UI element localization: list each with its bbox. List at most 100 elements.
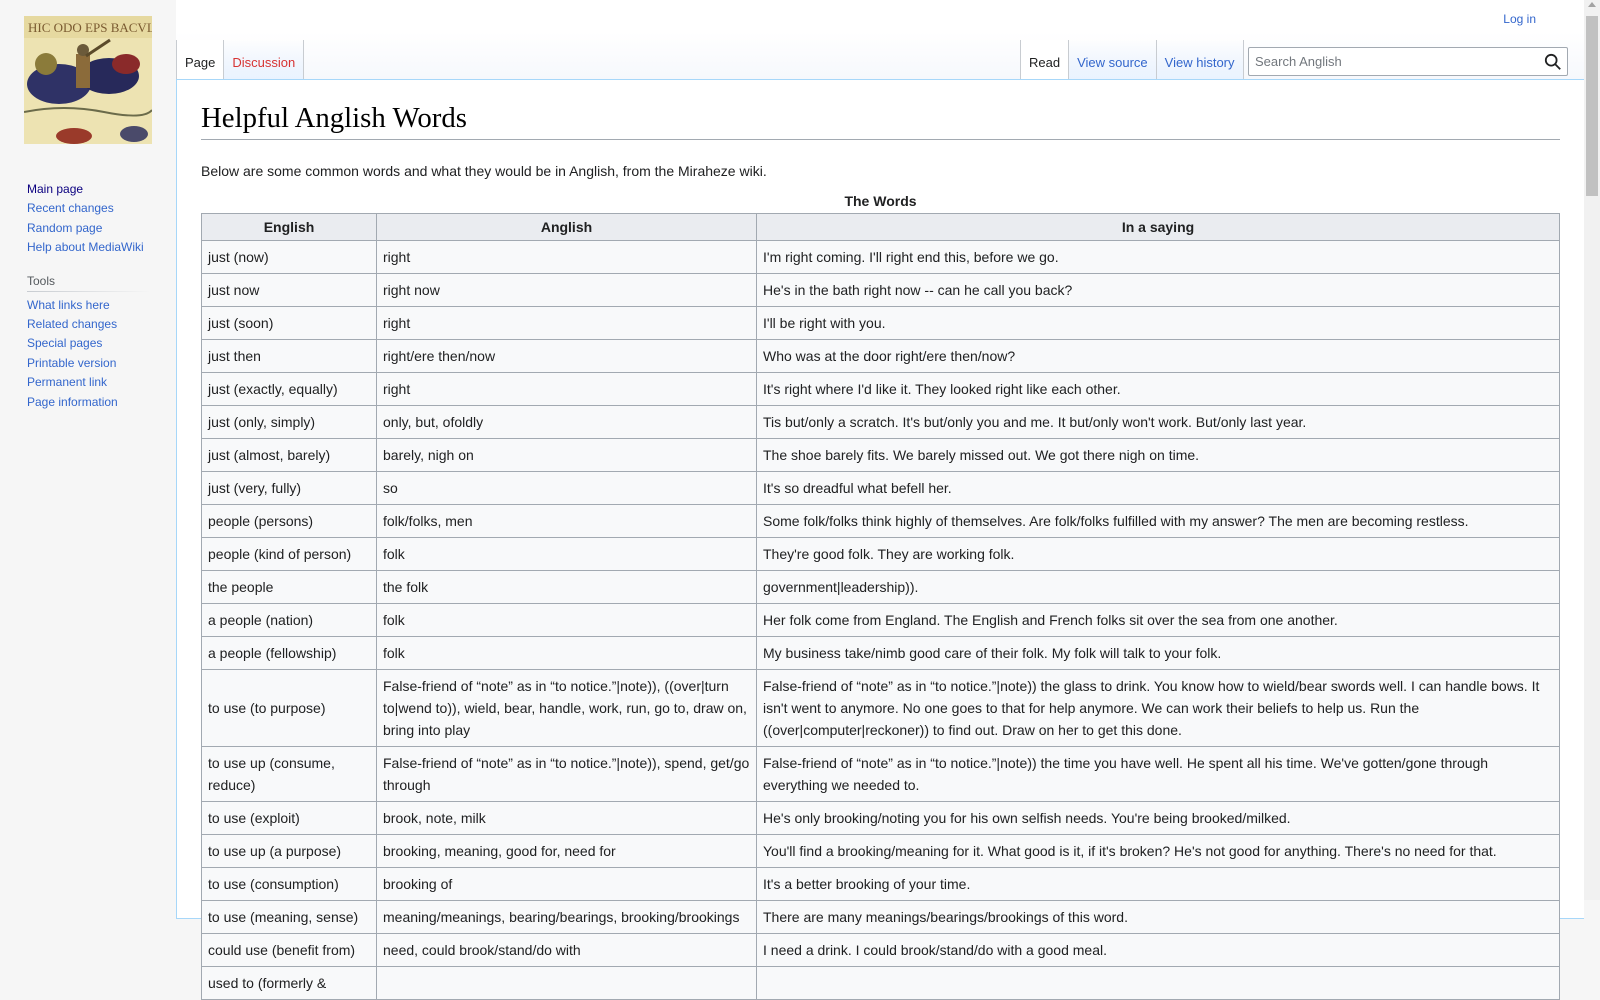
- words-table: The Words English Anglish In a saying ju…: [201, 190, 1560, 1000]
- tab-discussion[interactable]: Discussion: [224, 40, 305, 80]
- table-row: to use (consumption) brooking of It's a be…: [201, 866, 1560, 901]
- table-row: a people (nation) folk Her folk come from …: [201, 602, 1560, 637]
- cell-anglish: folk: [376, 635, 757, 670]
- cell-saying: They're good folk. They are working folk…: [756, 536, 1560, 571]
- table-row: to use up (a purpose) brooking, meaning, …: [201, 833, 1560, 868]
- table-row: could use (benefit from) need, could broo…: [201, 932, 1560, 967]
- sidebar: Main page Recent changes Random page Hel…: [0, 180, 176, 424]
- table-row: just (exactly, equally) right It's right w…: [201, 371, 1560, 406]
- cell-english: just (almost, barely): [201, 437, 377, 472]
- cell-english: people (kind of person): [201, 536, 377, 571]
- cell-english: to use up (a purpose): [201, 833, 377, 868]
- cell-english: just (soon): [201, 305, 377, 340]
- cell-english: a people (nation): [201, 602, 377, 637]
- namespace-tabs: Page Discussion: [176, 40, 305, 80]
- cell-english: used to (formerly &: [201, 965, 377, 1000]
- cell-saying: False-friend of “note” as in “to notice.…: [756, 668, 1560, 747]
- cell-english: the people: [201, 569, 377, 604]
- scrollbar-thumb[interactable]: [1586, 16, 1598, 196]
- cell-anglish: so: [376, 470, 757, 505]
- cell-english: people (persons): [201, 503, 377, 538]
- sidebar-item-permanent-link[interactable]: Permanent link: [27, 375, 107, 389]
- cell-saying: I'll be right with you.: [756, 305, 1560, 340]
- login-link[interactable]: Log in: [1503, 12, 1536, 26]
- sidebar-tools: Tools What links here Related changes Sp…: [0, 269, 176, 412]
- cell-english: to use (consumption): [201, 866, 377, 901]
- page-title: Helpful Anglish Words: [201, 96, 1560, 141]
- cell-saying: It's a better brooking of your time.: [756, 866, 1560, 901]
- cell-anglish: folk: [376, 602, 757, 637]
- table-row: people (kind of person) folk They're good …: [201, 536, 1560, 571]
- cell-saying: There are many meanings/bearings/brookin…: [756, 899, 1560, 934]
- tab-view-history[interactable]: View history: [1156, 40, 1244, 80]
- sidebar-item-recent-changes[interactable]: Recent changes: [27, 201, 114, 215]
- tab-read-label: Read: [1029, 55, 1061, 70]
- site-logo[interactable]: HIC ODO EPS BACVL: [24, 16, 152, 144]
- sidebar-tools-heading: Tools: [27, 269, 151, 292]
- cell-anglish: right: [376, 371, 757, 406]
- sidebar-item-random-page[interactable]: Random page: [27, 221, 102, 235]
- sidebar-item-special-pages[interactable]: Special pages: [27, 336, 102, 350]
- cell-anglish: need, could brook/stand/do with: [376, 932, 757, 967]
- cell-english: just (only, simply): [201, 404, 377, 439]
- table-row: to use (exploit) brook, note, milk He's on…: [201, 800, 1560, 835]
- table-row: used to (formerly &: [201, 965, 1560, 1000]
- tab-read[interactable]: Read: [1020, 40, 1070, 80]
- cell-english: a people (fellowship): [201, 635, 377, 670]
- intro-paragraph: Below are some common words and what the…: [201, 163, 767, 180]
- cell-english: to use (meaning, sense): [201, 899, 377, 934]
- cell-anglish: brooking, meaning, good for, need for: [376, 833, 757, 868]
- sidebar-item-main-page[interactable]: Main page: [27, 182, 83, 196]
- tab-view-history-label: View history: [1164, 55, 1235, 70]
- cell-english: just (exactly, equally): [201, 371, 377, 406]
- scroll-up-arrow-icon[interactable]: [1588, 2, 1596, 7]
- table-row: a people (fellowship) folk My business tak…: [201, 635, 1560, 670]
- tab-view-source-label: View source: [1077, 55, 1148, 70]
- sidebar-item-what-links-here[interactable]: What links here: [27, 298, 110, 312]
- bayeux-tapestry-logo-image: HIC ODO EPS BACVL: [24, 16, 152, 144]
- tab-page-label: Page: [185, 55, 216, 70]
- cell-saying: He's only brooking/noting you for his ow…: [756, 800, 1560, 835]
- cell-saying: The shoe barely fits. We barely missed o…: [756, 437, 1560, 472]
- table-row: just (almost, barely) barely, nigh on The …: [201, 437, 1560, 472]
- tab-view-source[interactable]: View source: [1069, 40, 1157, 80]
- search-icon: [1544, 53, 1561, 70]
- personal-tools: Log in: [1503, 12, 1536, 26]
- cell-english: just (very, fully): [201, 470, 377, 505]
- cell-anglish: folk/folks, men: [376, 503, 757, 538]
- cell-english: just then: [201, 338, 377, 373]
- svg-text:HIC ODO EPS BACVL: HIC ODO EPS BACVL: [28, 20, 152, 35]
- column-header-english: English: [201, 212, 377, 241]
- cell-saying: [756, 965, 1560, 1000]
- table-row: just (very, fully) so It's so dreadful wha…: [201, 470, 1560, 505]
- cell-saying: It's so dreadful what befell her.: [756, 470, 1560, 505]
- main-content: Helpful Anglish Words Below are some com…: [176, 79, 1584, 1000]
- table-body: just (now) right I'm right coming. I'll ri…: [201, 239, 1560, 1000]
- cell-anglish: folk: [376, 536, 757, 571]
- cell-saying: He's in the bath right now -- can he cal…: [756, 272, 1560, 307]
- tab-page[interactable]: Page: [176, 40, 225, 80]
- cell-anglish: right/ere then/now: [376, 338, 757, 373]
- sidebar-navigation: Main page Recent changes Random page Hel…: [0, 180, 176, 258]
- cell-saying: You'll find a brooking/meaning for it. W…: [756, 833, 1560, 868]
- cell-english: to use up (consume, reduce): [201, 745, 377, 802]
- cell-anglish: the folk: [376, 569, 757, 604]
- cell-saying: Who was at the door right/ere then/now?: [756, 338, 1560, 373]
- sidebar-item-related-changes[interactable]: Related changes: [27, 317, 117, 331]
- search-button[interactable]: [1539, 48, 1567, 76]
- search-input[interactable]: [1249, 54, 1539, 69]
- sidebar-item-help[interactable]: Help about MediaWiki: [27, 240, 144, 254]
- table-row: just (now) right I'm right coming. I'll ri…: [201, 239, 1560, 274]
- cell-saying: Some folk/folks think highly of themselv…: [756, 503, 1560, 538]
- cell-english: just now: [201, 272, 377, 307]
- cell-saying: Tis but/only a scratch. It's but/only yo…: [756, 404, 1560, 439]
- cell-saying: It's right where I'd like it. They looke…: [756, 371, 1560, 406]
- page-scrollbar[interactable]: [1584, 0, 1600, 900]
- table-header-row: English Anglish In a saying: [201, 212, 1560, 241]
- cell-anglish: brook, note, milk: [376, 800, 757, 835]
- cell-anglish: meaning/meanings, bearing/bearings, broo…: [376, 899, 757, 934]
- table-row: people (persons) folk/folks, men Some folk…: [201, 503, 1560, 538]
- sidebar-item-page-information[interactable]: Page information: [27, 395, 118, 409]
- sidebar-item-printable-version[interactable]: Printable version: [27, 356, 116, 370]
- table-row: just (soon) right I'll be right with you.: [201, 305, 1560, 340]
